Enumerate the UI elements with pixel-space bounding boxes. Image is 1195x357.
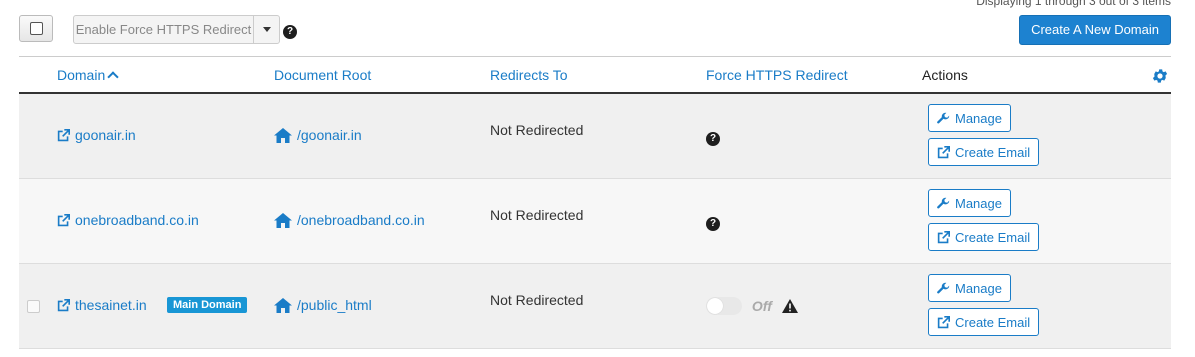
domain-name: onebroadband.co.in <box>75 212 199 228</box>
domain-name: goonair.in <box>75 127 136 143</box>
select-all-checkbox[interactable] <box>19 15 53 42</box>
table-header: Domain Document Root Redirects To Force … <box>19 56 1171 94</box>
caret-down-icon <box>262 27 271 32</box>
manage-button[interactable]: Manage <box>928 189 1011 217</box>
document-root-path: /goonair.in <box>297 127 362 143</box>
gear-icon[interactable] <box>1151 67 1169 88</box>
question-circle-icon[interactable]: ? <box>706 213 720 231</box>
manage-button[interactable]: Manage <box>928 104 1011 132</box>
column-header-domain-label: Domain <box>57 67 106 83</box>
table-row: thesainet.in Main Domain /public_html No… <box>19 264 1171 349</box>
bulk-action-select[interactable]: Enable Force HTTPS Redirect <box>73 15 280 44</box>
column-header-actions: Actions <box>922 67 968 83</box>
create-email-label: Create Email <box>955 229 1031 245</box>
document-root-path: /onebroadband.co.in <box>297 212 425 228</box>
toggle-state-label: Off <box>751 298 772 315</box>
domain-link[interactable]: onebroadband.co.in <box>57 212 199 228</box>
document-root-path: /public_html <box>297 297 372 313</box>
bulk-action-dropdown-toggle[interactable] <box>253 16 279 43</box>
create-email-label: Create Email <box>955 314 1031 330</box>
row-checkbox[interactable] <box>27 300 40 313</box>
home-icon <box>274 212 292 228</box>
wrench-icon <box>937 282 950 293</box>
document-root-link[interactable]: /onebroadband.co.in <box>274 212 425 228</box>
table-row: goonair.in /goonair.in Not Redirected ? … <box>19 94 1171 179</box>
main-domain-badge: Main Domain <box>167 297 248 313</box>
manage-label: Manage <box>955 110 1002 126</box>
manage-label: Manage <box>955 195 1002 211</box>
create-email-label: Create Email <box>955 144 1031 160</box>
external-link-icon <box>937 145 950 158</box>
external-link-icon <box>57 213 70 226</box>
create-email-button[interactable]: Create Email <box>928 223 1040 251</box>
checkbox-box <box>30 22 43 35</box>
external-link-icon <box>57 128 70 141</box>
external-link-icon <box>57 298 70 311</box>
document-root-link[interactable]: /goonair.in <box>274 127 362 143</box>
table-row: onebroadband.co.in /onebroadband.co.in N… <box>19 179 1171 264</box>
create-email-button[interactable]: Create Email <box>928 138 1040 166</box>
home-icon <box>274 297 292 313</box>
question-circle-icon[interactable]: ? <box>706 128 720 146</box>
redirects-to-value: Not Redirected <box>490 207 584 223</box>
column-header-force-https[interactable]: Force HTTPS Redirect <box>706 67 848 83</box>
create-email-button[interactable]: Create Email <box>928 308 1040 336</box>
external-link-icon <box>937 230 950 243</box>
force-https-toggle[interactable] <box>706 297 742 316</box>
toolbar: Enable Force HTTPS Redirect ? Create A N… <box>19 15 1171 45</box>
column-header-redirects-to[interactable]: Redirects To <box>490 67 568 83</box>
home-icon <box>274 127 292 143</box>
domains-table: Domain Document Root Redirects To Force … <box>19 56 1171 349</box>
sort-ascending-icon <box>107 71 119 83</box>
redirects-to-value: Not Redirected <box>490 122 584 138</box>
create-new-domain-button[interactable]: Create A New Domain <box>1019 15 1171 45</box>
domain-link[interactable]: thesainet.in <box>57 297 147 313</box>
document-root-link[interactable]: /public_html <box>274 297 372 313</box>
pagination-summary: Displaying 1 through 3 out of 3 items <box>976 0 1171 8</box>
bulk-action-label: Enable Force HTTPS Redirect <box>75 22 252 37</box>
question-circle-icon[interactable]: ? <box>283 21 297 39</box>
domain-name: thesainet.in <box>75 297 147 313</box>
external-link-icon <box>937 315 950 328</box>
column-header-document-root[interactable]: Document Root <box>274 67 371 83</box>
manage-button[interactable]: Manage <box>928 274 1011 302</box>
wrench-icon <box>937 197 950 208</box>
redirects-to-value: Not Redirected <box>490 292 584 308</box>
wrench-icon <box>937 112 950 123</box>
manage-label: Manage <box>955 280 1002 296</box>
domain-link[interactable]: goonair.in <box>57 127 136 143</box>
force-https-control: Off <box>706 297 798 316</box>
column-header-domain[interactable]: Domain <box>57 67 119 83</box>
warning-icon[interactable] <box>781 299 798 314</box>
